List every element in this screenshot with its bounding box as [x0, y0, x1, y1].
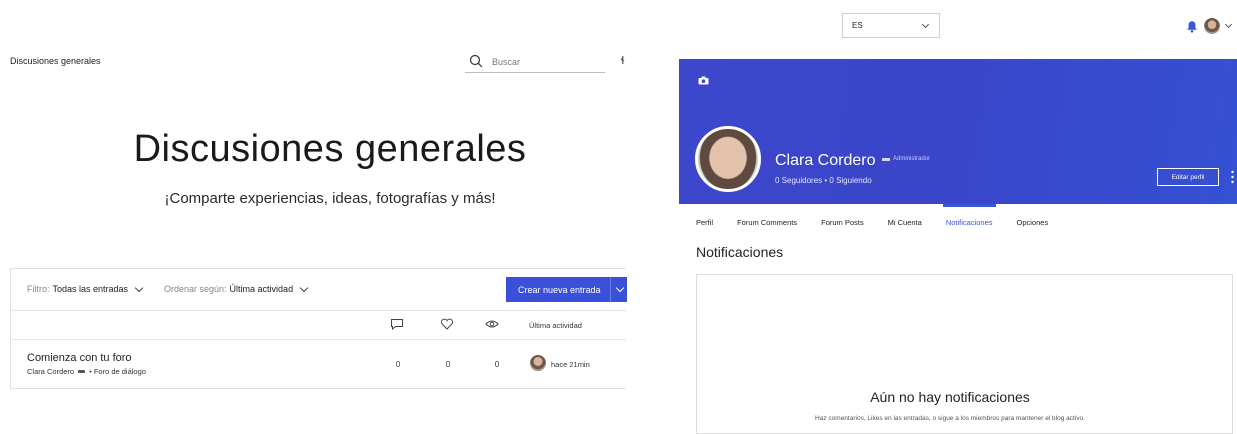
chevron-down-icon — [921, 20, 930, 29]
sort-label: Ordenar según: — [164, 284, 227, 294]
chevron-down-icon — [134, 283, 144, 292]
post-author[interactable]: Clara Cordero — [27, 367, 74, 376]
notifications-panel — [696, 274, 1233, 434]
follow-stats[interactable]: 0 Seguidores • 0 Siguiendo — [775, 176, 872, 185]
cropped-icon: ɬ — [621, 55, 625, 67]
tab-notificaciones[interactable]: Notificaciones — [942, 204, 996, 227]
empty-state-subtitle: Haz comentarios, Likes en las entradas, … — [815, 415, 1085, 422]
bell-icon[interactable] — [1186, 20, 1198, 33]
comment-count: 0 — [395, 360, 401, 369]
page-title: Discusiones generales — [133, 128, 527, 170]
tab-opciones[interactable]: Opciones — [1017, 218, 1049, 227]
chevron-down-icon[interactable] — [1224, 20, 1233, 29]
comment-icon — [391, 319, 403, 330]
chevron-down-icon — [299, 283, 309, 292]
search-icon[interactable] — [469, 54, 483, 68]
create-post-button[interactable]: Crear nueva entrada — [506, 277, 627, 302]
post-meta: Clara Cordero • Foro de diálogo — [27, 367, 146, 376]
admin-badge-icon — [882, 158, 890, 161]
profile-cover — [679, 59, 1237, 204]
profile-tabs: Perfil Forum Comments Forum Posts Mi Cue… — [696, 204, 1072, 227]
post-title[interactable]: Comienza con tu foro — [27, 352, 132, 364]
search-underline — [465, 72, 605, 73]
language-select[interactable]: ES — [842, 13, 940, 38]
tab-perfil[interactable]: Perfil — [696, 218, 713, 227]
divider — [10, 268, 626, 269]
divider — [10, 310, 626, 311]
like-count: 0 — [445, 360, 451, 369]
admin-badge-icon — [78, 370, 86, 373]
empty-state-title: Aún no hay notificaciones — [870, 389, 1030, 405]
avatar[interactable] — [1204, 18, 1220, 34]
chevron-down-icon[interactable] — [615, 283, 625, 293]
profile-avatar[interactable] — [695, 126, 761, 192]
filter-value: Todas las entradas — [52, 284, 129, 294]
profile-name: Clara Cordero — [775, 152, 876, 169]
language-value: ES — [852, 21, 863, 30]
camera-icon[interactable] — [698, 76, 709, 85]
view-count: 0 — [494, 360, 500, 369]
button-separator — [610, 277, 611, 302]
create-post-label: Crear nueva entrada — [518, 284, 601, 295]
filter-dropdown[interactable]: Filtro: Todas las entradas — [27, 283, 144, 294]
divider — [10, 388, 626, 389]
divider — [10, 268, 11, 389]
admin-label: Administrador — [893, 156, 931, 162]
sort-dropdown[interactable]: Ordenar según: Última actividad — [164, 283, 309, 294]
last-activity-time: hace 21min — [551, 360, 590, 369]
tab-mi-cuenta[interactable]: Mi Cuenta — [888, 218, 922, 227]
filter-label: Filtro: — [27, 284, 50, 294]
page-subtitle: ¡Comparte experiencias, ideas, fotografí… — [164, 190, 496, 207]
breadcrumb[interactable]: Discusiones generales — [10, 56, 101, 66]
tab-forum-posts[interactable]: Forum Posts — [821, 218, 864, 227]
avatar[interactable] — [530, 355, 546, 371]
column-last-activity: Última actividad — [529, 321, 582, 330]
forum-page: Discusiones generales Buscar ɬ Discusion… — [0, 0, 640, 425]
heart-icon — [440, 318, 454, 330]
tab-forum-comments[interactable]: Forum Comments — [737, 218, 797, 227]
search-input[interactable]: Buscar — [492, 57, 520, 67]
more-options-icon[interactable] — [1231, 170, 1234, 184]
sort-value: Última actividad — [229, 284, 294, 294]
edit-profile-button[interactable]: Editar perfil — [1157, 168, 1219, 186]
divider — [10, 339, 626, 340]
eye-icon — [485, 320, 499, 328]
post-forum[interactable]: • Foro de diálogo — [89, 367, 146, 376]
section-title: Notificaciones — [696, 244, 784, 260]
